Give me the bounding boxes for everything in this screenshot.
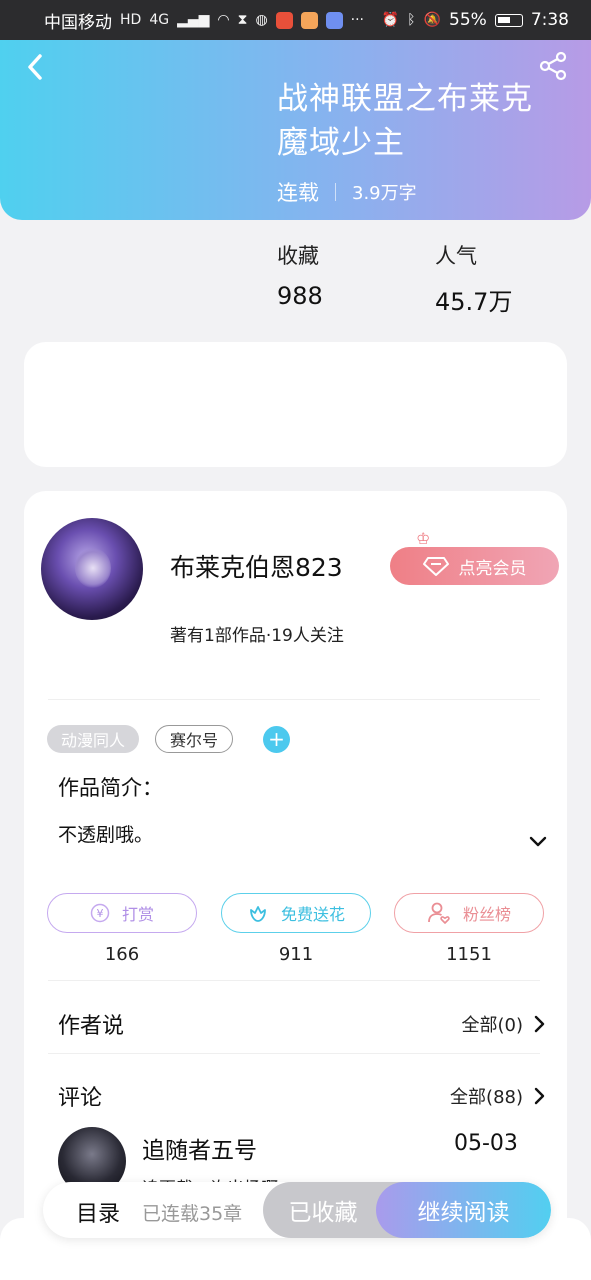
comments-all-label: 全部(88) bbox=[450, 1087, 523, 1108]
divider bbox=[48, 1053, 540, 1054]
stat-label: 人气 bbox=[435, 244, 477, 268]
comments-title: 评论 bbox=[58, 1086, 103, 1111]
alarm-icon: ⏰ bbox=[381, 12, 400, 28]
clock: 7:38 bbox=[530, 10, 569, 30]
fans-count: 1151 bbox=[446, 944, 492, 965]
comic-app-icon bbox=[300, 11, 318, 29]
author-says-row[interactable]: 作者说 全部(0) bbox=[58, 1008, 545, 1040]
fan-ranking-button[interactable]: 粉丝榜 bbox=[394, 893, 544, 933]
expand-intro-button[interactable] bbox=[527, 830, 549, 852]
meta-divider bbox=[335, 183, 336, 201]
battery-percent: 55% bbox=[449, 10, 487, 30]
wechat-icon: ◍ bbox=[255, 12, 268, 28]
commenter-name[interactable]: 追随者五号 bbox=[142, 1131, 257, 1165]
send-flower-label: 免费送花 bbox=[280, 905, 345, 924]
mute-icon: 🔕 bbox=[423, 12, 442, 28]
chevron-left-icon bbox=[28, 54, 42, 80]
stat-value: 988 bbox=[277, 282, 323, 310]
back-button[interactable] bbox=[20, 50, 50, 84]
author-says-all-link[interactable]: 全部(0) bbox=[462, 1011, 546, 1037]
carrier-label: 中国移动 bbox=[44, 12, 112, 33]
book-title: 战神联盟之布莱克魔域少主 bbox=[277, 81, 533, 161]
yen-coin-icon: ¥ bbox=[90, 903, 110, 923]
reward-button[interactable]: ¥ 打赏 bbox=[47, 893, 197, 933]
plus-icon: + bbox=[268, 727, 285, 751]
svg-text:¥: ¥ bbox=[96, 907, 103, 920]
continue-reading-button[interactable]: 继续阅读 bbox=[376, 1182, 551, 1238]
send-flower-button[interactable]: 免费送花 bbox=[221, 893, 371, 933]
author-avatar[interactable] bbox=[41, 518, 143, 620]
author-name[interactable]: 布莱克伯恩823 bbox=[170, 548, 343, 584]
crown-icon: ♔ bbox=[416, 529, 431, 548]
stat-popularity: 人气 45.7万 bbox=[435, 240, 591, 317]
book-stats: 收藏 988 人气 45.7万 bbox=[277, 240, 591, 317]
signal-icon: ▂▄▆ bbox=[177, 12, 210, 28]
battery-icon bbox=[494, 13, 523, 27]
divider bbox=[48, 980, 540, 981]
blank-card bbox=[24, 342, 567, 467]
vip-button-label: 点亮会员 bbox=[458, 558, 527, 579]
user-heart-icon bbox=[428, 902, 450, 924]
flower-count: 911 bbox=[278, 944, 314, 965]
comment-date: 05-03 bbox=[454, 1131, 518, 1156]
stat-value: 45.7万 bbox=[435, 288, 513, 316]
hourglass-icon: ⧗ bbox=[237, 12, 248, 28]
intro-title: 作品简介： bbox=[58, 776, 163, 800]
bottom-action-bar: 目录 已连载35章 已收藏 继续阅读 bbox=[43, 1182, 551, 1238]
bluetooth-icon: ᛒ bbox=[407, 12, 416, 28]
comments-all-link[interactable]: 全部(88) bbox=[450, 1083, 545, 1109]
author-card: 布莱克伯恩823 ♔ 点亮会员 著有1部作品·19人关注 动漫同人 赛尔号 + … bbox=[24, 491, 567, 1251]
book-meta: 连载 3.9万字 bbox=[277, 177, 417, 207]
add-tag-button[interactable]: + bbox=[263, 725, 291, 753]
tag-list: 动漫同人 赛尔号 + bbox=[47, 725, 291, 753]
continue-reading-label: 继续阅读 bbox=[417, 1200, 510, 1226]
tag-seer[interactable]: 赛尔号 bbox=[155, 725, 234, 753]
vip-button[interactable]: 点亮会员 bbox=[390, 547, 559, 585]
word-count: 3.9万字 bbox=[352, 183, 417, 204]
collected-label: 已收藏 bbox=[288, 1200, 358, 1226]
chevron-down-icon bbox=[529, 836, 547, 847]
fan-ranking-label: 粉丝榜 bbox=[462, 905, 511, 924]
wifi-icon: ◠ bbox=[217, 12, 230, 28]
serial-status: 连载 bbox=[277, 181, 319, 205]
author-says-all-label: 全部(0) bbox=[461, 1015, 524, 1036]
comments-row[interactable]: 评论 全部(88) bbox=[58, 1080, 545, 1112]
stat-label: 收藏 bbox=[277, 244, 319, 268]
stat-favorites: 收藏 988 bbox=[277, 240, 435, 317]
chevron-right-icon bbox=[534, 1087, 545, 1105]
network-label: 4G bbox=[149, 12, 170, 28]
divider bbox=[48, 699, 540, 700]
author-says-title: 作者说 bbox=[58, 1014, 125, 1039]
hd-icon: HD bbox=[120, 12, 142, 28]
diamond-icon bbox=[422, 557, 449, 576]
status-bar: 中国移动 HD 4G ▂▄▆ ◠ ⧗ ◍ ··· ⏰ ᛒ 🔕 55% 7:38 bbox=[0, 0, 591, 40]
chevron-right-icon bbox=[534, 1015, 545, 1033]
serial-chapters: 已连载35章 bbox=[142, 1203, 243, 1225]
tag-anime[interactable]: 动漫同人 bbox=[47, 725, 140, 753]
weibo-app-icon bbox=[275, 11, 293, 29]
flower-icon bbox=[250, 906, 266, 922]
author-info: 著有1部作品·19人关注 bbox=[170, 626, 344, 646]
more-notifications-icon: ··· bbox=[350, 12, 365, 28]
intro-text: 不透剧哦。 bbox=[58, 824, 154, 846]
music-app-icon bbox=[325, 11, 343, 29]
catalog-button[interactable]: 目录 bbox=[76, 1196, 120, 1228]
reward-count: 166 bbox=[104, 944, 140, 965]
reward-label: 打赏 bbox=[121, 905, 154, 924]
